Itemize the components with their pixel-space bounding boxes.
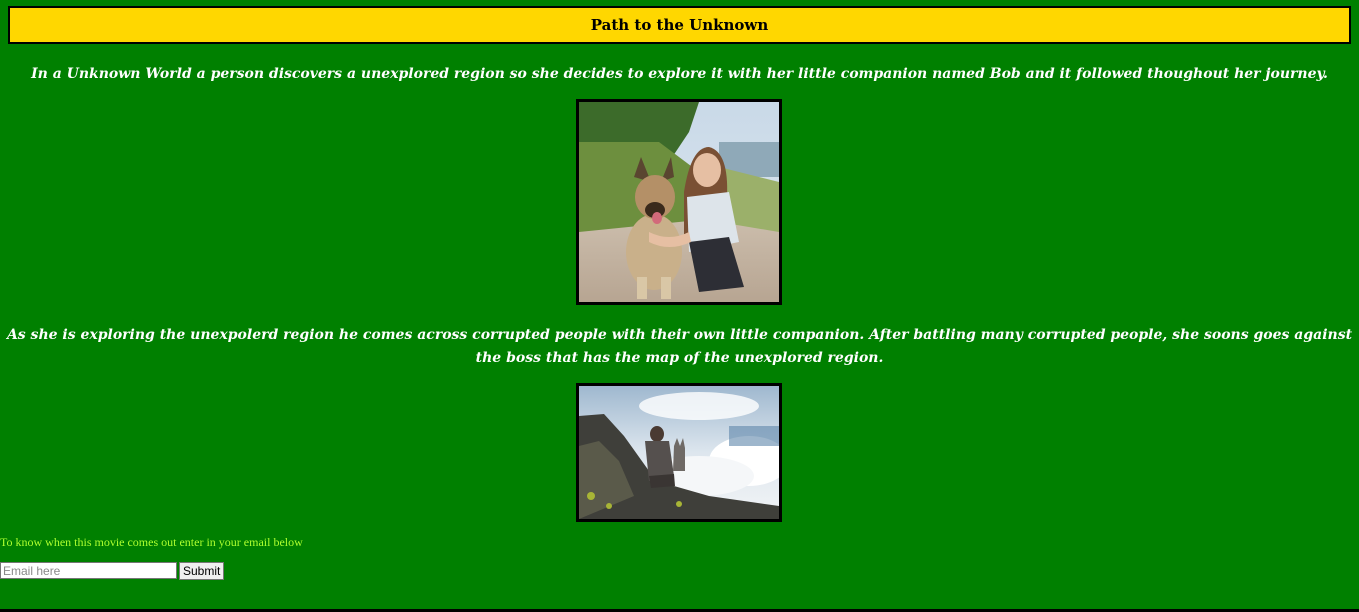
- email-input[interactable]: [0, 562, 177, 579]
- page-title: Path to the Unknown: [590, 16, 769, 34]
- submit-button[interactable]: Submit: [179, 562, 225, 580]
- story-paragraph-2: As she is exploring the unexpolerd regio…: [6, 327, 1353, 366]
- woman-with-dog-photo: [576, 99, 782, 305]
- hiker-with-dog-photo: [576, 383, 782, 522]
- page-title-bar: Path to the Unknown: [8, 6, 1351, 44]
- email-signup-prompt: To know when this movie comes out enter …: [0, 535, 303, 549]
- story-paragraph-1: In a Unknown World a person discovers a …: [31, 66, 1328, 82]
